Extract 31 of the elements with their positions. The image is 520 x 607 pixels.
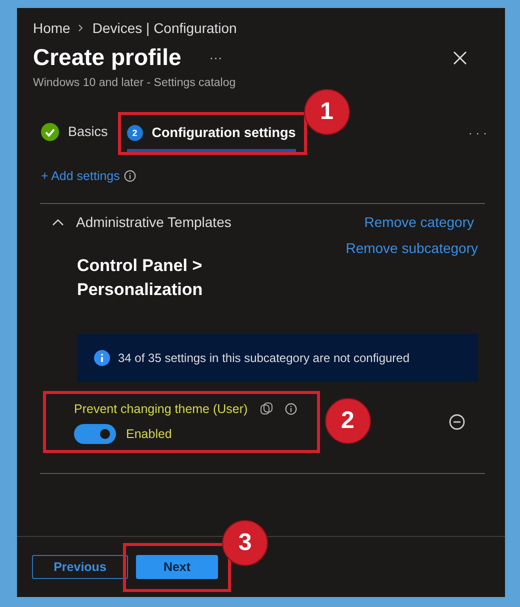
remove-category-link[interactable]: Remove category xyxy=(364,214,474,230)
toggle-state: Enabled xyxy=(126,426,172,441)
more-button[interactable]: ··· xyxy=(209,50,222,65)
caret-icon[interactable] xyxy=(52,218,64,226)
step-number: 2 xyxy=(126,124,143,140)
wizard-tab[interactable]: Basics xyxy=(41,114,108,152)
setting-name: Prevent changing theme (User) xyxy=(74,402,248,416)
copy-icon xyxy=(260,402,273,416)
info-icon xyxy=(94,350,110,366)
previous-button[interactable]: Previous xyxy=(32,555,128,579)
add-settings-link[interactable]: + Add settings xyxy=(41,169,120,183)
callout-badge: 3 xyxy=(222,520,268,566)
more-button[interactable]: · · · xyxy=(468,126,487,140)
info-text: 34 of 35 settings in this subcategory are not configured xyxy=(118,350,410,365)
chevron-icon xyxy=(78,24,84,32)
check-icon xyxy=(41,122,59,140)
close-icon[interactable] xyxy=(453,50,467,64)
info-icon xyxy=(284,402,297,415)
remove-icon[interactable] xyxy=(449,414,465,430)
remove-subcategory-link[interactable]: Remove subcategory xyxy=(346,240,478,256)
page-title: Create profile xyxy=(33,44,182,71)
callout-badge: 2 xyxy=(324,398,371,444)
subtitle: Windows 10 and later - Settings catalog xyxy=(32,76,237,89)
next-button[interactable]: Next xyxy=(136,554,218,578)
category-title: Administrative Templates xyxy=(76,214,232,230)
subcategory-title: Control Panel > Personalization xyxy=(77,255,204,301)
info-icon xyxy=(124,170,136,182)
breadcrumb-link[interactable]: Home xyxy=(33,20,70,36)
toggle-switch[interactable] xyxy=(74,424,116,444)
breadcrumb-link[interactable]: Devices | Configuration xyxy=(92,20,237,36)
callout-badge: 1 xyxy=(304,88,350,134)
